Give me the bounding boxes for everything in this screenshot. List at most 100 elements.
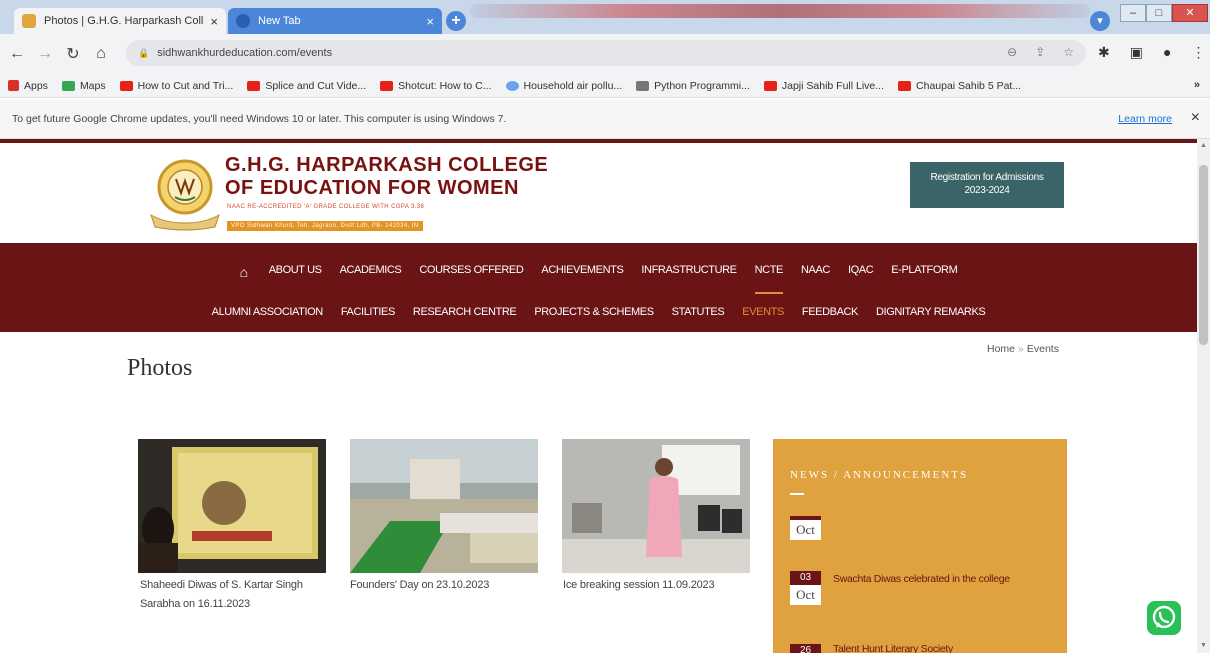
bookmark-item[interactable]: Python Programmi... [636, 80, 750, 92]
news-item-link[interactable]: Talent Hunt Literary Society [833, 643, 953, 653]
url-text: sidhwankhurdeducation.com/events [157, 47, 333, 59]
news-date: 26 [790, 644, 821, 653]
top-accent-line [0, 139, 1197, 143]
bookmark-label: Apps [24, 79, 48, 92]
minimize-button[interactable]: – [1120, 4, 1146, 22]
site-icon [636, 80, 650, 91]
nav-infrastructure[interactable]: INFRASTRUCTURE [641, 264, 737, 280]
college-name-line2: OF EDUCATION FOR WOMEN [225, 177, 519, 199]
news-month: Oct [790, 520, 821, 540]
extensions-icon[interactable]: ✱ [1098, 44, 1110, 61]
window-title-decoration [470, 4, 1090, 18]
bookmark-item[interactable]: Maps [61, 80, 106, 92]
news-item-link[interactable]: Swachta Diwas celebrated in the college [833, 573, 1010, 585]
nav-naac[interactable]: NAAC [801, 264, 830, 280]
tab-search-icon[interactable]: ▾ [1090, 11, 1110, 31]
news-date: 03 Oct [790, 571, 821, 605]
home-icon[interactable]: ⌂ [240, 264, 248, 280]
bookmark-item[interactable]: Shotcut: How to C... [380, 79, 492, 92]
page-scrollbar[interactable]: ▲ ▼ [1197, 139, 1210, 653]
scrollbar-thumb[interactable] [1199, 165, 1208, 345]
page-title: Photos [127, 355, 193, 381]
nav-alumni-association[interactable]: ALUMNI ASSOCIATION [212, 306, 324, 318]
address-text: VPO Sidhwan Khurd, Teh. Jagraon, Distt L… [227, 221, 423, 231]
whatsapp-icon[interactable] [1147, 601, 1181, 635]
registration-button[interactable]: Registration for Admissions 2023-2024 [910, 162, 1064, 208]
bookmark-item[interactable]: Splice and Cut Vide... [247, 80, 366, 92]
learn-more-link[interactable]: Learn more [1118, 113, 1172, 125]
reload-icon[interactable]: ↻ [62, 44, 84, 64]
bookmark-item[interactable]: Japji Sahib Full Live... [763, 80, 884, 92]
side-panel-icon[interactable]: ▣ [1130, 44, 1143, 61]
bookmark-item[interactable]: Apps [8, 80, 48, 92]
event-photo-ice-breaking[interactable] [562, 439, 750, 573]
tab-close-icon[interactable]: × [426, 14, 434, 29]
youtube-icon [380, 80, 394, 91]
toolbar-actions: ✱ ▣ ● ⋮ [1098, 44, 1205, 61]
nav-courses-offered[interactable]: COURSES OFFERED [419, 264, 523, 280]
scroll-up-icon[interactable]: ▲ [1200, 142, 1207, 149]
nav-dignitary-remarks[interactable]: DIGNITARY REMARKS [876, 306, 986, 318]
menu-icon[interactable]: ⋮ [1191, 44, 1205, 61]
tab-photos[interactable]: Photos | G.H.G. Harparkash Colle × [14, 8, 226, 34]
college-favicon-icon [22, 14, 36, 28]
nav-feedback[interactable]: FEEDBACK [802, 306, 858, 318]
photo-caption-line: Shaheedi Diwas of S. Kartar Singh [140, 579, 303, 591]
nav-achievements[interactable]: ACHIEVEMENTS [541, 264, 623, 280]
nav-events[interactable]: EVENTS [742, 306, 784, 318]
breadcrumb: Home» Events [987, 343, 1059, 355]
event-photo-shaheedi-diwas[interactable] [138, 439, 326, 573]
bookmark-item[interactable]: Household air pollu... [505, 80, 622, 92]
nav-iqac[interactable]: IQAC [848, 264, 874, 280]
photo-caption[interactable]: Ice breaking session 11.09.2023 [563, 576, 715, 595]
chrome-favicon-icon [236, 14, 250, 28]
nav-facilities[interactable]: FACILITIES [341, 306, 395, 318]
scroll-down-icon[interactable]: ▼ [1200, 642, 1207, 649]
back-icon[interactable]: ← [6, 45, 28, 63]
registration-line2: 2023-2024 [964, 185, 1010, 196]
lock-icon[interactable]: 🔒 [138, 48, 149, 59]
web-page: G.H.G. HARPARKASH COLLEGE OF EDUCATION F… [0, 139, 1197, 653]
nav-about-us[interactable]: ABOUT US [269, 264, 322, 280]
bookmark-label: Chaupai Sahib 5 Pat... [916, 79, 1022, 92]
infobar-close-icon[interactable]: × [1191, 109, 1200, 127]
photo-caption[interactable]: Shaheedi Diwas of S. Kartar Singh Sarabh… [140, 576, 303, 614]
bookmark-item[interactable]: Chaupai Sahib 5 Pat... [898, 80, 1021, 92]
forward-icon[interactable]: → [34, 45, 56, 63]
breadcrumb-home[interactable]: Home [987, 343, 1015, 355]
photo-caption[interactable]: Founders' Day on 23.10.2023 [350, 576, 489, 595]
nav-projects-schemes[interactable]: PROJECTS & SCHEMES [534, 306, 654, 318]
tab-close-icon[interactable]: × [210, 14, 218, 29]
close-window-button[interactable]: ✕ [1172, 4, 1208, 22]
address-bar[interactable]: 🔒 sidhwankhurdeducation.com/events ⊖ ⇪ ☆ [126, 40, 1086, 66]
share-icon[interactable]: ⇪ [1035, 45, 1045, 59]
nav-e-platform[interactable]: E-PLATFORM [891, 264, 957, 280]
apps-grid-icon [8, 80, 19, 91]
event-photo-founders-day[interactable] [350, 439, 538, 573]
more-bookmarks-icon[interactable]: » [1194, 79, 1200, 91]
nav-academics[interactable]: ACADEMICS [340, 264, 402, 280]
breadcrumb-current: Events [1026, 343, 1059, 355]
browser-tab-strip: Photos | G.H.G. Harparkash Colle × New T… [0, 0, 1210, 34]
maximize-button[interactable]: □ [1146, 4, 1172, 22]
bookmark-star-icon[interactable]: ☆ [1063, 45, 1074, 59]
bookmark-label: How to Cut and Tri... [137, 79, 234, 92]
bookmark-label: Shotcut: How to C... [398, 79, 492, 92]
news-month: Oct [790, 585, 821, 605]
nav-ncte[interactable]: NCTE [754, 264, 783, 294]
youtube-icon [119, 80, 133, 91]
news-announcements-panel: NEWS / ANNOUNCEMENTS Oct 03 Oct Swachta … [773, 439, 1067, 653]
youtube-icon [898, 80, 912, 91]
new-tab-button[interactable]: + [446, 11, 466, 31]
nav-statutes[interactable]: STATUTES [672, 306, 725, 318]
tab-new-tab[interactable]: New Tab × [228, 8, 442, 34]
registration-line1: Registration for Admissions [930, 172, 1044, 183]
infobar-message: To get future Google Chrome updates, you… [12, 112, 507, 125]
home-icon[interactable]: ⌂ [90, 45, 112, 63]
college-name[interactable]: G.H.G. HARPARKASH COLLEGE OF EDUCATION F… [225, 154, 548, 200]
nav-row-2: ALUMNI ASSOCIATION FACILITIES RESEARCH C… [0, 306, 1197, 318]
bookmark-item[interactable]: How to Cut and Tri... [119, 79, 234, 92]
profile-icon[interactable]: ● [1163, 44, 1171, 61]
nav-research-centre[interactable]: RESEARCH CENTRE [413, 306, 517, 318]
zoom-icon[interactable]: ⊖ [1007, 45, 1017, 59]
